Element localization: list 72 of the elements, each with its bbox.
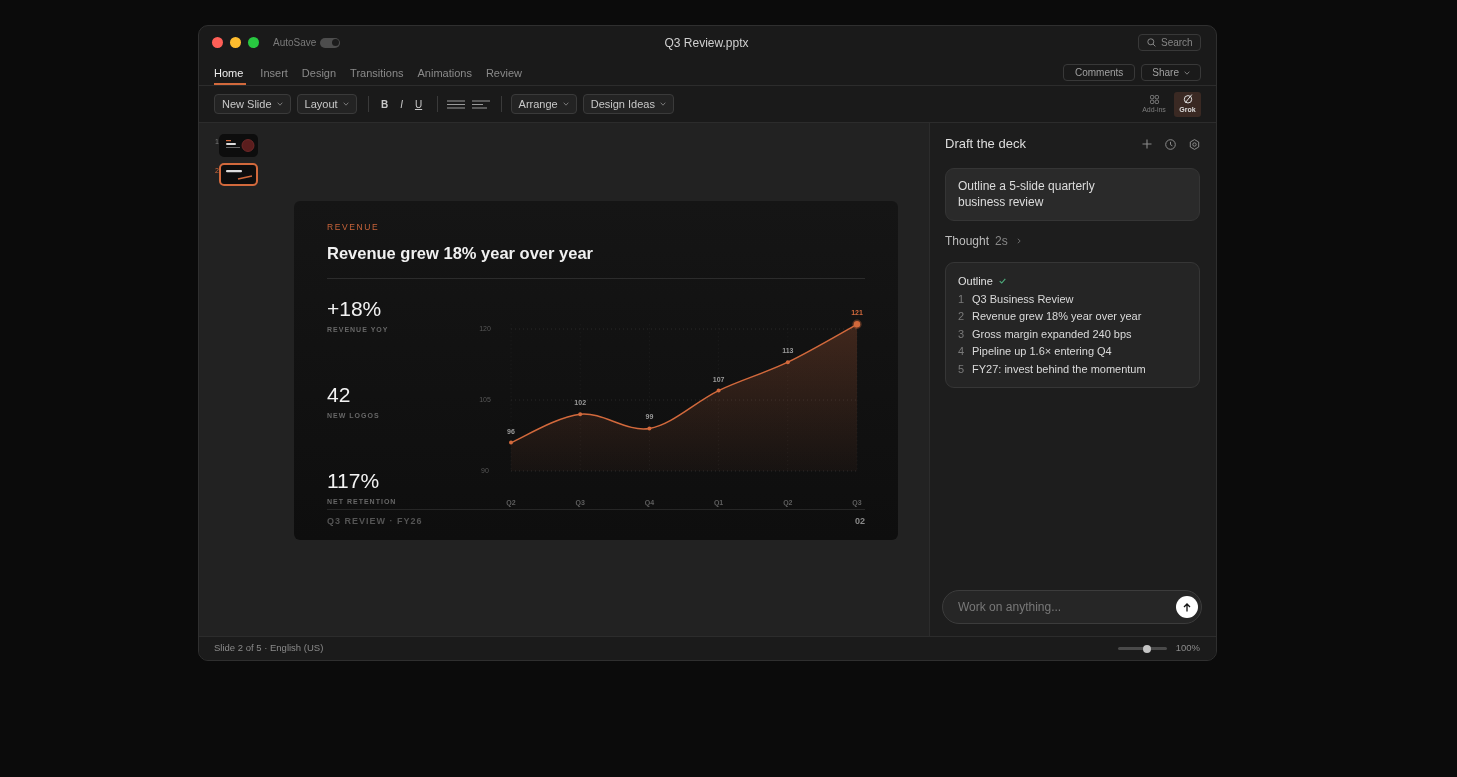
- stat-value: +18%: [327, 297, 382, 321]
- zoom-level: 100%: [1175, 641, 1200, 656]
- dropdown-button[interactable]: Layout: [296, 94, 357, 114]
- caret-icon: [562, 102, 569, 106]
- outline-item: Gross margin expanded 240 bps: [972, 326, 1132, 342]
- maximize-button[interactable]: [248, 37, 259, 48]
- panel-title: Draft the deck: [945, 135, 1026, 154]
- data-point: [647, 426, 652, 431]
- data-point: [578, 412, 583, 417]
- grid-icon: [1149, 94, 1159, 104]
- chat-input-field[interactable]: Work on anything...: [958, 597, 1170, 617]
- ribbon-tab[interactable]: Design: [301, 64, 337, 85]
- slide-title: Revenue grew 18% year over year: [327, 243, 593, 263]
- slide-eyebrow: REVENUE: [327, 222, 380, 233]
- close-button[interactable]: [212, 37, 223, 48]
- data-point: [785, 360, 790, 365]
- format-button[interactable]: U: [411, 95, 426, 113]
- slide-page-number: 02: [855, 516, 865, 527]
- data-point: [509, 440, 513, 445]
- outline-number: 2: [958, 309, 966, 324]
- send-button[interactable]: [1176, 596, 1198, 618]
- slide-thumbnail[interactable]: [219, 163, 258, 186]
- dropdown-button[interactable]: Arrange: [510, 94, 577, 114]
- ribbon-tab[interactable]: Review: [485, 64, 522, 85]
- settings-icon[interactable]: [1189, 138, 1200, 150]
- caret-icon: [659, 102, 666, 106]
- comments-button[interactable]: Comments: [1062, 64, 1136, 81]
- outline-title: Outline: [958, 273, 993, 289]
- outline-number: 3: [958, 326, 966, 342]
- share-button[interactable]: Share: [1141, 64, 1201, 81]
- format-button[interactable]: I: [394, 95, 409, 113]
- arrow-up-icon: [1183, 602, 1191, 612]
- outline-number: 1: [958, 291, 966, 307]
- stat-value: 117%: [327, 469, 380, 493]
- outline-item: Pipeline up 1.6× entering Q4: [972, 344, 1112, 359]
- data-point: [716, 388, 721, 393]
- slider-thumb[interactable]: [1143, 644, 1152, 653]
- zoom-slider[interactable]: [1117, 647, 1167, 650]
- minimize-button[interactable]: [230, 37, 241, 48]
- outline-number: 4: [958, 344, 966, 359]
- chat-input-box[interactable]: Work on anything...: [942, 590, 1202, 624]
- ribbon-tab[interactable]: Insert: [260, 64, 288, 85]
- data-point: [852, 319, 862, 329]
- outline-number: 5: [958, 361, 966, 377]
- caret-icon: [1184, 70, 1190, 75]
- outline-item: FY27: invest behind the momentum: [972, 361, 1146, 377]
- search-icon: [1147, 38, 1156, 47]
- plus-icon[interactable]: [1142, 139, 1152, 149]
- slashed-circle-icon: [1182, 94, 1193, 104]
- caret-icon: [276, 102, 283, 106]
- ribbon-tab[interactable]: Animations: [417, 64, 472, 85]
- window-title: Q3 Review.pptx: [664, 34, 749, 52]
- clock-icon[interactable]: [1165, 138, 1176, 150]
- stat-value: 42: [327, 383, 351, 407]
- dropdown-button[interactable]: Design Ideas: [582, 94, 674, 114]
- slide-footer-text: Q3 REVIEW · FY26: [327, 516, 423, 527]
- caret-icon: [342, 102, 349, 106]
- align-left-icon: [471, 99, 490, 109]
- outline-item: Revenue grew 18% year over year: [972, 309, 1142, 324]
- prompt-text: Outline a 5-slide quarterly business review: [958, 178, 1096, 210]
- autosave-toggle[interactable]: [320, 37, 341, 48]
- ribbon-tab[interactable]: Home: [214, 64, 247, 85]
- status-text: Slide 2 of 5 · English (US): [214, 641, 324, 656]
- search-button[interactable]: Search: [1138, 34, 1201, 51]
- autosave-label: AutoSave: [273, 36, 317, 50]
- format-button[interactable]: B: [377, 95, 392, 113]
- align-justify-icon: [446, 99, 465, 109]
- thought-toggle[interactable]: Thought 2s: [945, 233, 1022, 249]
- outline-item: Q3 Business Review: [972, 291, 1074, 307]
- slide-thumbnail[interactable]: [219, 134, 258, 157]
- dropdown-button[interactable]: New Slide: [214, 94, 291, 114]
- ribbon-tab[interactable]: Transitions: [350, 64, 404, 85]
